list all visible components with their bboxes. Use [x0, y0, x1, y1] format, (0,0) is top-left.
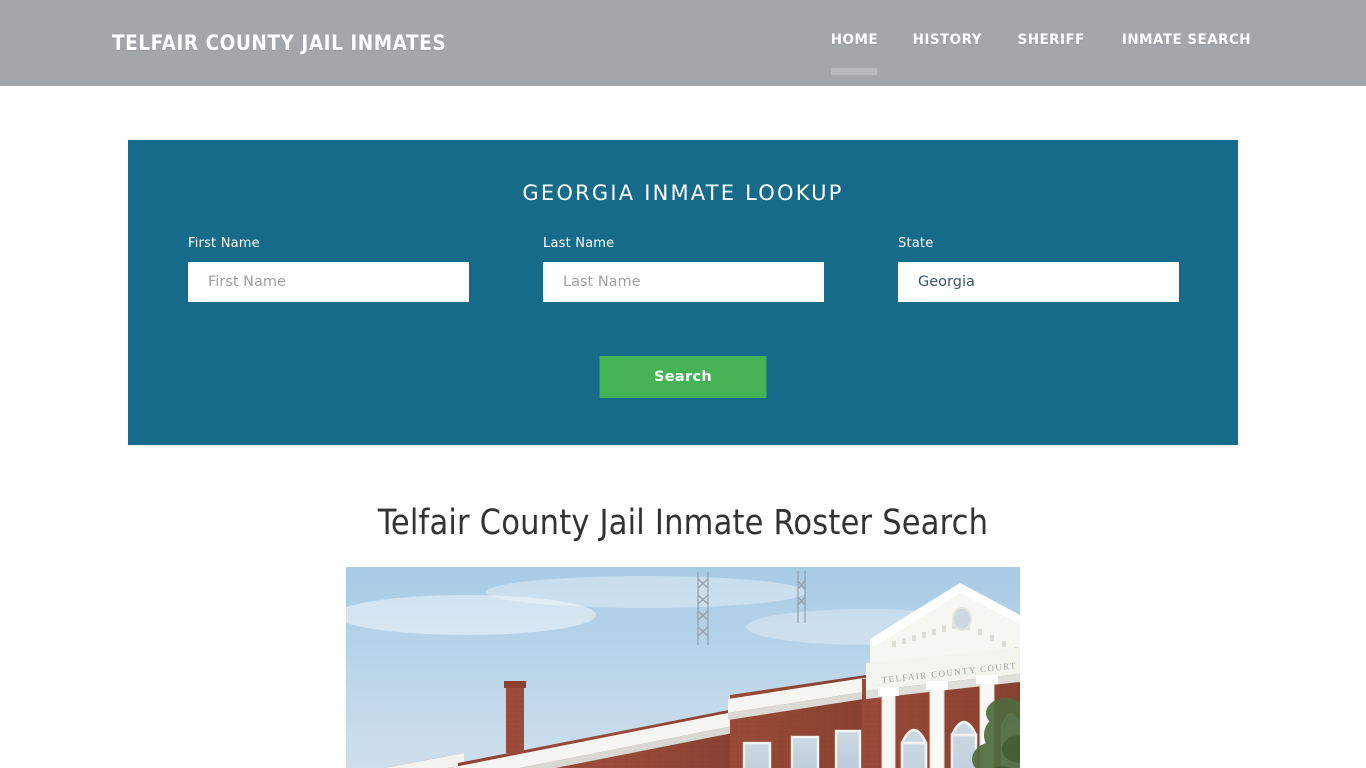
last-name-input[interactable]	[543, 262, 824, 302]
nav-item-home[interactable]: HOME	[831, 32, 879, 75]
nav-item-inmate-search[interactable]: INMATE SEARCH	[1122, 32, 1251, 48]
nav-item-sheriff-label: SHERIFF	[1017, 32, 1085, 48]
nav-item-sheriff[interactable]: SHERIFF	[1017, 32, 1084, 48]
site-header: TELFAIR COUNTY JAIL INMATES HOME HISTORY…	[0, 0, 1366, 86]
state-label: State	[898, 236, 934, 251]
inmate-lookup-panel: GEORGIA INMATE LOOKUP First Name Last Na…	[128, 140, 1238, 445]
field-group-first-name: First Name	[188, 236, 469, 302]
field-group-state: State	[898, 236, 1179, 302]
first-name-input[interactable]	[188, 262, 469, 302]
nav-item-inmate-search-label: INMATE SEARCH	[1121, 32, 1252, 48]
main-navigation: HOME HISTORY SHERIFF INMATE SEARCH	[829, 32, 1256, 75]
site-brand: TELFAIR COUNTY JAIL INMATES	[112, 31, 447, 55]
panel-title: GEORGIA INMATE LOOKUP	[522, 181, 844, 205]
nav-item-history[interactable]: HISTORY	[913, 32, 982, 48]
field-group-last-name: Last Name	[543, 236, 824, 302]
search-button[interactable]: Search	[599, 356, 767, 398]
nav-item-home-label: HOME	[831, 32, 879, 48]
first-name-label: First Name	[188, 236, 260, 251]
page-title: Telfair County Jail Inmate Roster Search	[377, 503, 989, 543]
nav-item-history-label: HISTORY	[912, 32, 983, 48]
state-input[interactable]	[898, 262, 1179, 302]
nav-active-indicator	[831, 68, 878, 75]
courthouse-photo: TELFAIR COUNTY COURT HOUSE	[346, 567, 1020, 768]
courthouse-illustration: TELFAIR COUNTY COURT HOUSE	[346, 567, 1020, 768]
last-name-label: Last Name	[543, 236, 615, 251]
